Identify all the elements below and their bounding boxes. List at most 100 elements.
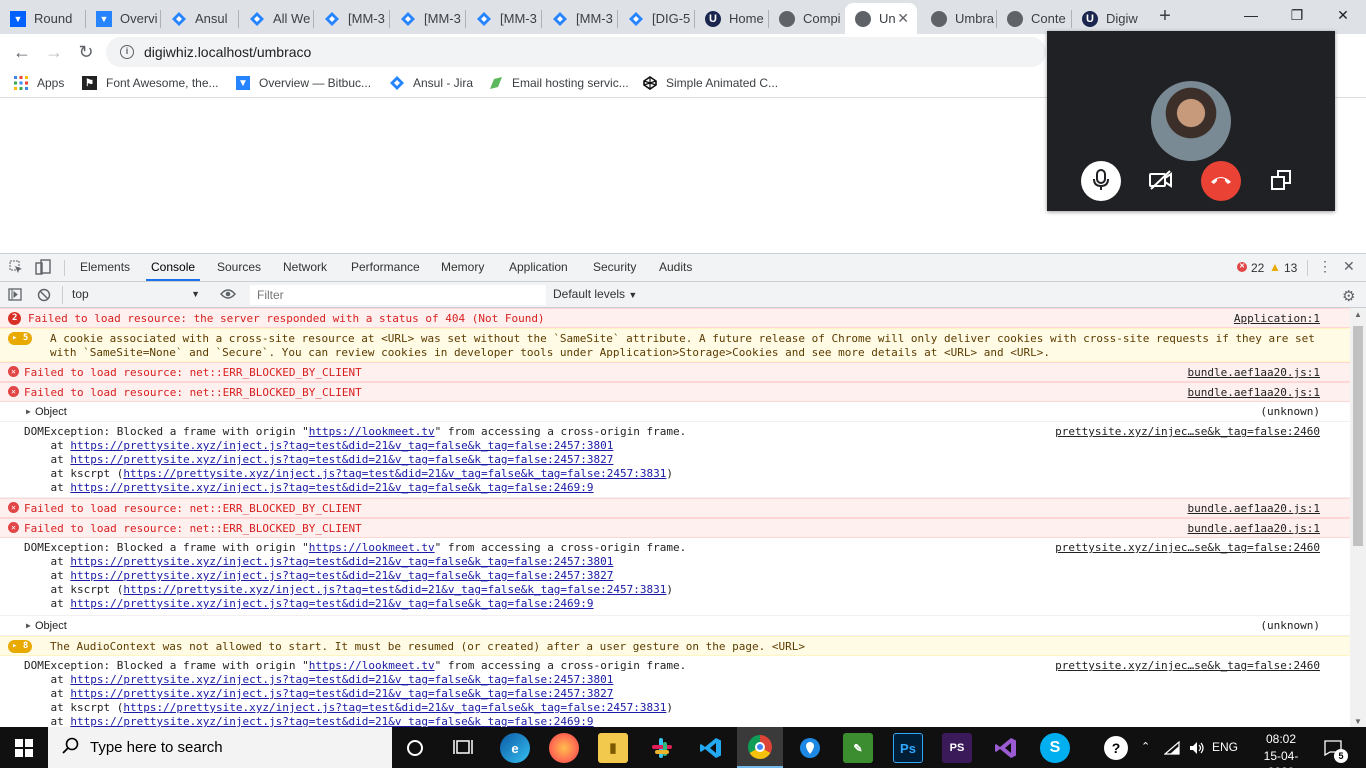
browser-tab[interactable]: [MM-3 [314,3,390,34]
clear-console-icon[interactable] [37,288,51,305]
browser-tab[interactable]: Umbra [921,3,997,34]
clock-time[interactable]: 08:02 [1251,731,1311,747]
source-link[interactable]: prettysite.xyz/injec…se&k_tag=false:2460 [1055,541,1320,555]
tab-sources[interactable]: Sources [217,254,261,281]
console-scrollbar[interactable]: ▲ ▼ [1350,308,1366,728]
stack-link[interactable]: https://prettysite.xyz/inject.js?tag=tes… [123,701,666,714]
scroll-up-icon[interactable]: ▲ [1354,310,1362,319]
bookmark-simple-animated[interactable]: Simple Animated C... [643,76,778,90]
bookmark-email-hosting[interactable]: Email hosting servic... [489,76,629,90]
source-link[interactable]: prettysite.xyz/injec…se&k_tag=false:2460 [1055,659,1320,673]
browser-tab[interactable]: ▼ Round [0,3,78,34]
tab-memory[interactable]: Memory [441,254,484,281]
stack-link[interactable]: https://prettysite.xyz/inject.js?tag=tes… [70,453,613,466]
browser-tab[interactable]: Compi [769,3,845,34]
maps-pin-icon[interactable] [795,733,825,763]
stack-link[interactable]: https://prettysite.xyz/inject.js?tag=tes… [70,439,613,452]
close-tab-icon[interactable]: ✕ [897,10,909,27]
stack-link[interactable]: https://prettysite.xyz/inject.js?tag=tes… [123,583,666,596]
browser-tab[interactable]: U Home [695,3,769,34]
notepad-plus-icon[interactable]: ✎ [843,733,873,763]
tab-console[interactable]: Console [146,254,201,281]
browser-tab[interactable]: U Digiw [1072,3,1148,34]
windows-start-icon[interactable] [15,739,33,760]
bookmark-bitbucket[interactable]: ▼ Overview — Bitbuc... [236,76,371,90]
cortana-icon[interactable] [406,739,424,760]
source-link[interactable]: bundle.aef1aa20.js:1 [1188,522,1320,536]
device-toolbar-icon[interactable] [35,259,51,278]
sidebar-toggle-icon[interactable] [8,288,22,304]
stack-link[interactable]: https://prettysite.xyz/inject.js?tag=tes… [70,481,593,494]
log-levels-dropdown[interactable]: Default levels ▼ [553,284,637,305]
bookmark-jira[interactable]: Ansul - Jira [390,76,473,90]
camera-off-button[interactable] [1141,161,1181,201]
volume-icon[interactable] [1189,727,1205,768]
warning-count[interactable]: 13 [1284,261,1297,275]
stack-link[interactable]: https://prettysite.xyz/inject.js?tag=tes… [70,569,613,582]
settings-gear-icon[interactable]: ⚙ [1342,287,1355,305]
source-link[interactable]: bundle.aef1aa20.js:1 [1188,386,1320,400]
context-selector[interactable]: top ▼ [66,284,206,305]
tab-network[interactable]: Network [283,254,327,281]
browser-tab[interactable]: Ansul [161,3,233,34]
tab-performance[interactable]: Performance [351,254,420,281]
visual-studio-icon[interactable] [991,733,1021,763]
microphone-button[interactable] [1081,161,1121,201]
photoshop-icon[interactable]: Ps [893,733,923,763]
browser-tab[interactable]: Un ✕ [845,3,917,34]
console-message[interactable]: ▶ Object (unknown) [0,402,1350,422]
browser-tab[interactable]: [MM-3 [542,3,618,34]
video-call-window[interactable] [1047,31,1335,211]
origin-link[interactable]: https://lookmeet.tv [309,541,435,554]
expand-caret-icon[interactable]: ▶ [26,405,31,419]
picture-in-picture-button[interactable] [1261,161,1301,201]
address-bar[interactable]: i digiwhiz.localhost/umbraco [106,37,1046,67]
browser-tab[interactable]: [MM-3 [390,3,466,34]
tab-security[interactable]: Security [593,254,636,281]
close-window-button[interactable]: ✕ [1320,0,1366,30]
browser-tab[interactable]: [MM-3 [466,3,542,34]
scroll-down-icon[interactable]: ▼ [1354,717,1362,726]
vscode-icon[interactable] [696,733,726,763]
browser-tab[interactable]: [DIG-5 [618,3,693,34]
language-indicator[interactable]: ENG [1212,727,1238,768]
forward-button[interactable]: → [42,40,66,64]
expand-caret-icon[interactable]: ▶ [26,619,31,633]
task-view-icon[interactable] [453,738,473,759]
scrollbar-thumb[interactable] [1353,326,1363,546]
edge-icon[interactable]: e [500,733,530,763]
filter-input[interactable] [250,285,546,305]
minimize-button[interactable]: — [1228,0,1274,30]
clock-date[interactable]: 15-04-2020 [1251,748,1311,779]
taskbar-search[interactable]: Type here to search [48,727,392,768]
stack-link[interactable]: https://prettysite.xyz/inject.js?tag=tes… [70,597,593,610]
tab-elements[interactable]: Elements [80,254,130,281]
warning-triangle-icon[interactable]: ▲ [1269,260,1281,274]
hang-up-button[interactable] [1201,161,1241,201]
error-count-icon[interactable]: ✕ [1237,262,1247,272]
origin-link[interactable]: https://lookmeet.tv [309,659,435,672]
chevron-up-icon[interactable]: ⌃ [1141,727,1150,768]
stack-link[interactable]: https://prettysite.xyz/inject.js?tag=tes… [70,555,613,568]
stack-link[interactable]: https://prettysite.xyz/inject.js?tag=tes… [123,467,666,480]
browser-tab[interactable]: All We [239,3,314,34]
tab-audits[interactable]: Audits [659,254,692,281]
tab-application[interactable]: Application [509,254,568,281]
bookmark-font-awesome[interactable]: ⚑ Font Awesome, the... [82,76,219,90]
stack-link[interactable]: https://prettysite.xyz/inject.js?tag=tes… [70,687,613,700]
reload-button[interactable]: ↻ [74,40,98,64]
source-link[interactable]: Application:1 [1234,312,1320,326]
eye-icon[interactable] [220,288,236,303]
site-info-icon[interactable]: i [120,45,134,59]
browser-tab[interactable]: ▼ Overvi [86,3,164,34]
phpstorm-icon[interactable]: PS [942,733,972,763]
help-icon[interactable]: ? [1104,736,1128,760]
skype-icon[interactable]: S [1040,733,1070,763]
close-devtools-icon[interactable]: ✕ [1343,258,1355,275]
stack-link[interactable]: https://prettysite.xyz/inject.js?tag=tes… [70,673,613,686]
file-explorer-icon[interactable]: ▮ [598,733,628,763]
error-count[interactable]: 22 [1251,261,1264,275]
inspect-element-icon[interactable] [9,260,23,277]
bookmark-apps[interactable]: Apps [14,76,64,90]
source-link[interactable]: bundle.aef1aa20.js:1 [1188,366,1320,380]
